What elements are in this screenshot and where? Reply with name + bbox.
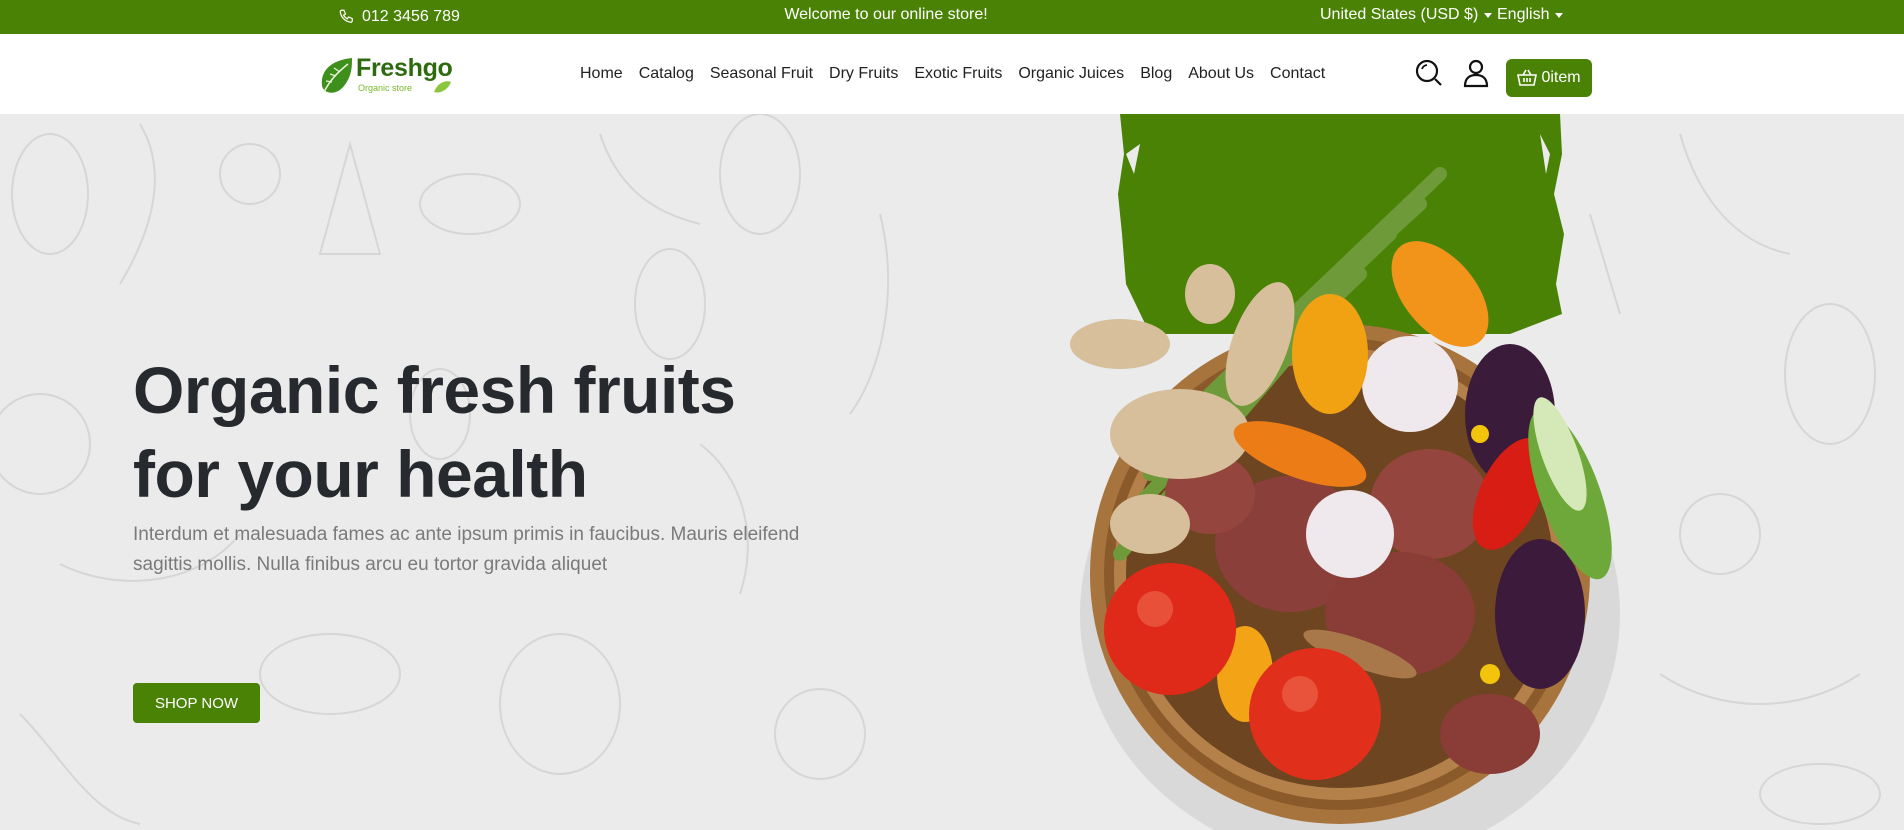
vegetable-basket-image xyxy=(1070,114,1620,830)
search-icon xyxy=(1415,59,1442,86)
nav-seasonal-fruit[interactable]: Seasonal Fruit xyxy=(702,65,821,83)
nav-contact[interactable]: Contact xyxy=(1262,65,1333,83)
language-label: English xyxy=(1497,6,1550,23)
main-header: Freshgo Organic store Home Catalog Seaso… xyxy=(0,34,1904,114)
cart-button[interactable]: 0item xyxy=(1506,59,1592,97)
account-button[interactable] xyxy=(1461,58,1491,88)
shop-now-button[interactable]: SHOP NOW xyxy=(133,683,260,723)
main-nav: Home Catalog Seasonal Fruit Dry Fruits E… xyxy=(580,34,1333,114)
search-button[interactable] xyxy=(1414,58,1444,88)
nav-about-us[interactable]: About Us xyxy=(1180,65,1262,83)
hero-title-line-1: Organic fresh fruits xyxy=(133,353,736,427)
nav-home[interactable]: Home xyxy=(580,65,631,83)
nav-organic-juices[interactable]: Organic Juices xyxy=(1010,65,1132,83)
nav-exotic-fruits[interactable]: Exotic Fruits xyxy=(906,65,1010,83)
basket-icon xyxy=(1517,69,1538,86)
top-bar: 012 3456 789 Welcome to our online store… xyxy=(0,0,1904,34)
logo-leaf-accent-icon xyxy=(434,81,451,93)
language-selector[interactable]: English xyxy=(1497,0,1564,30)
leaf-logo-icon xyxy=(321,58,352,93)
chevron-down-icon xyxy=(1484,12,1493,18)
nav-dry-fruits[interactable]: Dry Fruits xyxy=(821,65,906,83)
hero-title-line-2: for your health xyxy=(133,437,588,511)
currency-label: United States (USD $) xyxy=(1320,6,1479,23)
hero-description: Interdum et malesuada fames ac ante ipsu… xyxy=(133,524,800,575)
nav-blog[interactable]: Blog xyxy=(1132,65,1180,83)
user-icon xyxy=(1463,59,1489,88)
nav-catalog[interactable]: Catalog xyxy=(631,65,702,83)
cart-count-label: 0item xyxy=(1541,69,1581,86)
hero-banner: Organic fresh fruits for your health Int… xyxy=(0,114,1904,830)
logo[interactable]: Freshgo Organic store xyxy=(318,54,453,98)
logo-tagline: Organic store xyxy=(358,83,413,93)
currency-selector[interactable]: United States (USD $) xyxy=(1320,0,1493,30)
hero-title: Organic fresh fruits for your health xyxy=(133,348,893,516)
logo-name: Freshgo xyxy=(356,54,453,82)
chevron-down-icon xyxy=(1555,12,1564,18)
